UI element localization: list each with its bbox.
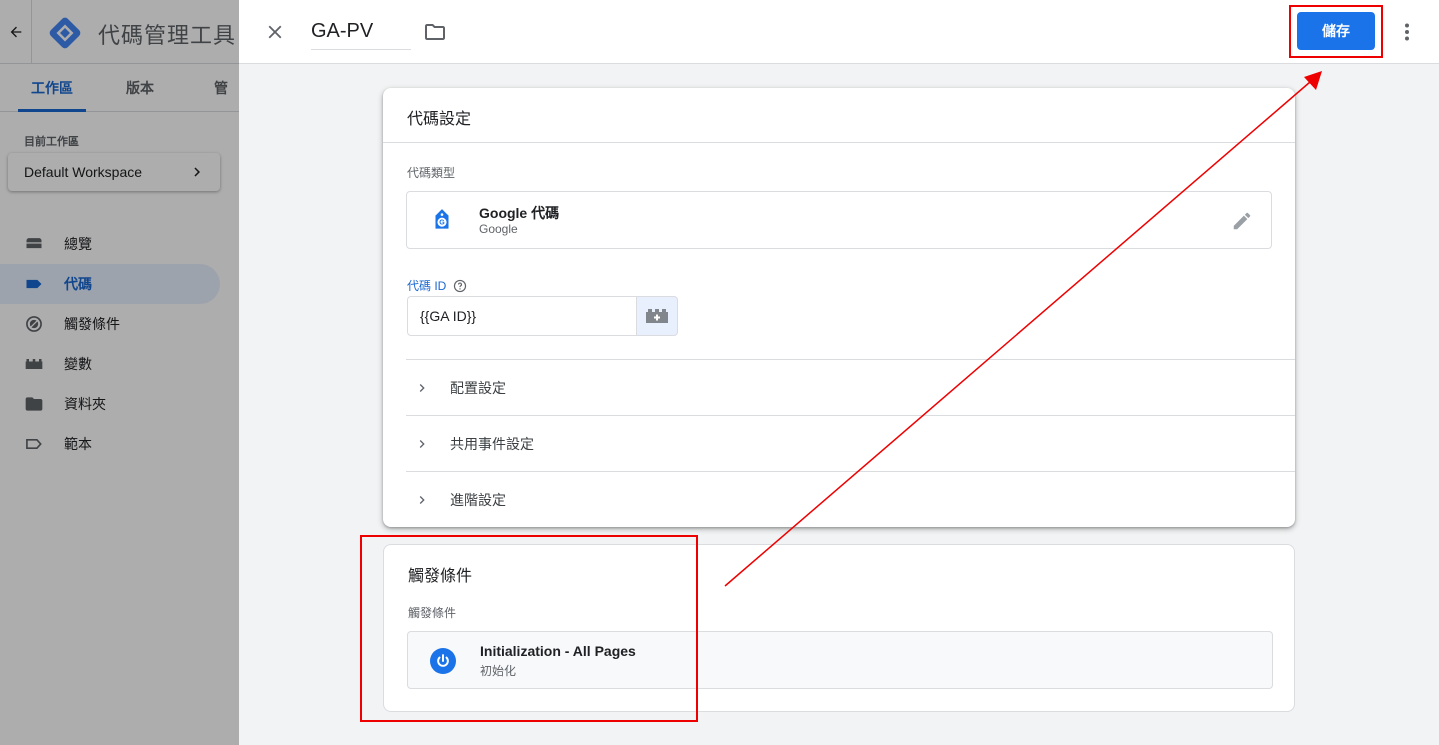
configuration-settings-expander[interactable]: 配置設定 [406,359,1295,415]
more-vert-icon [1405,23,1409,41]
section-label: 進階設定 [450,491,506,508]
shared-event-settings-expander[interactable]: 共用事件設定 [406,415,1295,471]
chevron-right-icon [419,495,425,504]
google-tag-icon: G [435,209,449,229]
tag-id-input[interactable] [407,296,637,336]
save-button[interactable]: 儲存 [1297,12,1375,50]
tag-type-box[interactable]: G Google 代碼 Google [406,191,1272,249]
folder-button[interactable] [423,20,447,49]
tag-type-label: 代碼類型 [407,166,456,180]
tag-name-input[interactable] [311,14,411,50]
close-icon [268,25,282,39]
chevron-right-icon [419,383,425,392]
edit-pencil-icon[interactable] [1231,210,1253,232]
trigger-type: 初始化 [480,664,517,678]
triggering-card: 觸發條件 觸發條件 Initialization - All Pages 初始化 [383,544,1295,712]
tag-type-vendor: Google [479,222,518,236]
more-options-button[interactable] [1395,20,1419,49]
trigger-item[interactable]: Initialization - All Pages 初始化 [407,631,1273,689]
tag-id-label-text: 代碼 ID [407,279,447,293]
advanced-settings-expander[interactable]: 進階設定 [406,471,1295,527]
tag-id-label: 代碼 ID [407,277,467,294]
help-icon[interactable] [453,279,467,293]
divider [383,142,1295,143]
variable-brick-icon [646,309,668,323]
chevron-right-icon [419,439,425,448]
tag-editor-sheet: 儲存 代碼設定 代碼類型 G Google 代碼 Google 代碼 ID [239,0,1439,745]
close-button[interactable] [261,18,289,46]
trigger-label: 觸發條件 [408,606,457,620]
folder-outline-icon [425,24,445,40]
card-title: 代碼設定 [407,111,472,128]
section-label: 配置設定 [450,379,506,396]
tag-type-name: Google 代碼 [479,205,560,221]
insert-variable-button[interactable] [636,296,678,336]
power-icon [430,648,456,674]
trigger-name: Initialization - All Pages [480,643,636,659]
tag-configuration-card: 代碼設定 代碼類型 G Google 代碼 Google 代碼 ID 配置設定 [383,88,1295,527]
sheet-header: 儲存 [239,0,1439,64]
card-title: 觸發條件 [408,568,473,585]
section-label: 共用事件設定 [450,435,534,452]
svg-text:G: G [439,220,445,227]
